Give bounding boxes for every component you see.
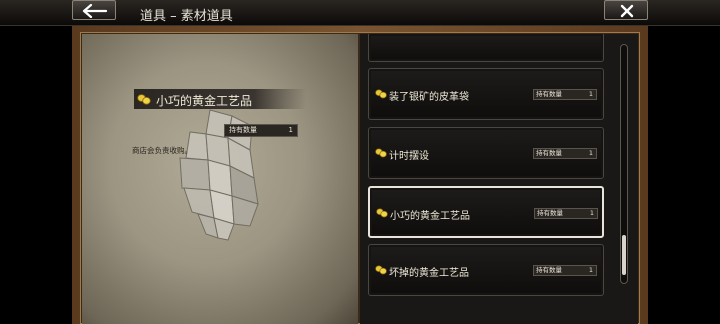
quantity-value: 1 — [589, 209, 594, 217]
list-item-name: 计时摆设 — [389, 151, 429, 162]
detail-item-name: 小巧的黄金工艺品 — [156, 94, 253, 108]
list-item-name: 坏掉的黄金工艺品 — [389, 268, 469, 279]
back-button[interactable] — [72, 0, 116, 20]
top-bar: 道具 – 素材道具 — [0, 0, 720, 26]
close-button[interactable] — [604, 0, 648, 20]
page-title: 道具 – 素材道具 — [140, 9, 233, 24]
quantity-label: 持有数量 — [536, 149, 562, 157]
quantity-value: 1 — [588, 90, 593, 98]
quantity-label: 持有数量 — [537, 209, 563, 217]
list-item[interactable]: 计时摆设 持有数量 1 — [368, 127, 604, 179]
quantity-value: 1 — [588, 266, 593, 274]
list-item-name: 小巧的黄金工艺品 — [390, 211, 470, 222]
coin-icon — [375, 265, 387, 275]
coin-icon — [375, 148, 387, 158]
list-scrollbar[interactable] — [620, 44, 628, 284]
quantity-label: 持有数量 — [536, 90, 562, 98]
close-icon — [620, 4, 634, 18]
list-item-quantity: 持有数量 1 — [533, 148, 597, 159]
coin-icon — [137, 94, 151, 105]
scrollbar-thumb[interactable] — [622, 235, 626, 275]
list-item[interactable]: 坏掉的黄金工艺品 持有数量 1 — [368, 244, 604, 296]
list-item-quantity: 持有数量 1 — [533, 265, 597, 276]
quantity-value: 1 — [288, 126, 293, 134]
list-item[interactable]: 装了银矿的皮革袋 持有数量 1 — [368, 68, 604, 120]
detail-quantity: 持有数量 1 — [224, 124, 298, 137]
list-item-selected[interactable]: 小巧的黄金工艺品 持有数量 1 — [368, 186, 604, 238]
list-item[interactable] — [368, 34, 604, 62]
coin-icon — [375, 89, 387, 99]
list-item-name: 装了银矿的皮革袋 — [389, 92, 469, 103]
quantity-value: 1 — [588, 149, 593, 157]
quantity-label: 持有数量 — [229, 126, 257, 134]
quantity-label: 持有数量 — [536, 266, 562, 274]
list-item-quantity: 持有数量 1 — [534, 208, 598, 219]
list-item-quantity: 持有数量 1 — [533, 89, 597, 100]
detail-description: 商店会负责收购。 — [132, 146, 192, 155]
coin-icon — [376, 208, 388, 218]
back-arrow-icon — [82, 4, 108, 18]
